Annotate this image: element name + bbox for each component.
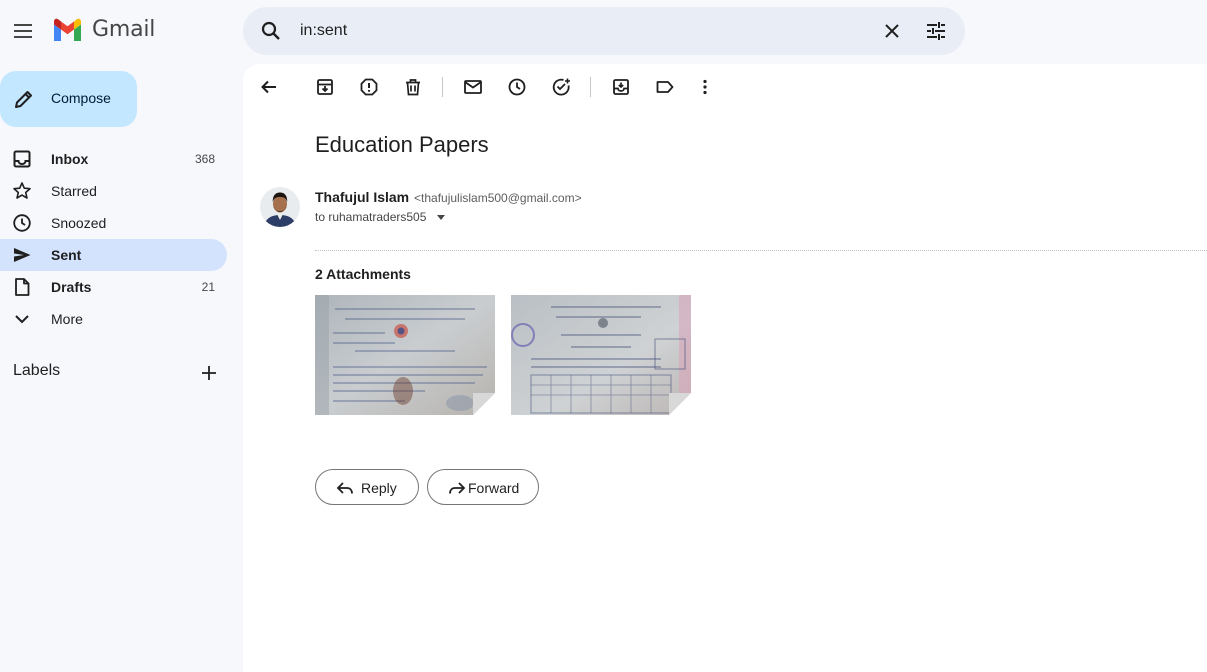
draft-count: 21: [201, 280, 215, 294]
labels-heading: Labels: [13, 362, 61, 379]
mark-unread-icon[interactable]: [462, 76, 484, 98]
forward-icon: [449, 482, 466, 494]
hamburger-menu-icon: [14, 24, 32, 38]
sidebar-item-more[interactable]: More: [0, 303, 227, 335]
gmail-m-icon: [54, 18, 81, 41]
pencil-icon: [15, 91, 32, 108]
toolbar-divider: [590, 77, 591, 97]
sidebar-nav: Inbox 368 Starred Snoozed Sent Drafts 21…: [0, 143, 227, 335]
chevron-down-icon: [15, 315, 29, 324]
more-vert-icon[interactable]: [694, 76, 716, 98]
sidebar-item-inbox[interactable]: Inbox 368: [0, 143, 227, 175]
app-name: Gmail: [92, 17, 156, 42]
label-icon[interactable]: [654, 76, 676, 98]
reply-label: Reply: [361, 480, 397, 496]
sidebar-item-label: Inbox: [51, 151, 89, 167]
sidebar-item-label: Snoozed: [51, 215, 107, 231]
document-image: [511, 295, 691, 415]
reply-button[interactable]: Reply: [315, 469, 419, 505]
clear-search-icon[interactable]: [880, 19, 904, 43]
sender-name: Thafujul Islam: [315, 189, 410, 205]
attachments-divider: [315, 250, 1207, 251]
sidebar-item-starred[interactable]: Starred: [0, 175, 227, 207]
add-task-icon[interactable]: [550, 76, 572, 98]
archive-icon[interactable]: [314, 76, 336, 98]
attachments-heading: 2 Attachments: [315, 266, 411, 282]
inbox-icon: [13, 150, 31, 168]
sidebar-item-label: Sent: [51, 247, 82, 263]
sidebar-item-drafts[interactable]: Drafts 21: [0, 271, 227, 303]
move-to-icon[interactable]: [610, 76, 632, 98]
search-input[interactable]: [300, 17, 860, 45]
avatar[interactable]: [260, 187, 300, 227]
star-icon: [13, 182, 31, 199]
document-image: [315, 295, 495, 415]
message-view: Education Papers Thafujul Islam <thafuju…: [243, 64, 1207, 672]
forward-button[interactable]: Forward: [427, 469, 539, 505]
back-arrow-icon[interactable]: [258, 76, 280, 98]
recipient-line: to ruhamatraders505: [315, 210, 427, 224]
report-spam-icon[interactable]: [358, 76, 380, 98]
compose-button[interactable]: Compose: [0, 71, 137, 127]
sender-photo: [260, 187, 300, 227]
search-bar: [243, 7, 965, 55]
attachment-thumbnail-2[interactable]: [511, 295, 691, 415]
unread-count: 368: [194, 152, 215, 166]
attachment-thumbnail-1[interactable]: [315, 295, 495, 415]
sender-email: <thafujulislam500@gmail.com>: [414, 191, 582, 205]
snooze-icon[interactable]: [506, 76, 528, 98]
add-label-icon[interactable]: [198, 362, 220, 384]
search-options-icon[interactable]: [924, 19, 948, 43]
sidebar-item-label: Starred: [51, 183, 97, 199]
email-subject: Education Papers: [315, 132, 489, 157]
send-icon: [14, 248, 31, 262]
top-bar: Gmail: [0, 0, 1207, 64]
reply-icon: [336, 482, 353, 494]
sidebar-item-snoozed[interactable]: Snoozed: [0, 207, 227, 239]
search-icon[interactable]: [259, 19, 283, 43]
clock-icon: [13, 214, 31, 232]
sidebar-item-label: Drafts: [51, 279, 92, 295]
compose-label: Compose: [51, 90, 111, 106]
main-menu-button[interactable]: [5, 13, 41, 49]
sidebar-item-label: More: [51, 311, 83, 327]
forward-label: Forward: [468, 480, 520, 496]
gmail-logo[interactable]: Gmail: [52, 17, 155, 42]
sidebar-item-sent[interactable]: Sent: [0, 239, 227, 271]
caret-down-icon[interactable]: [435, 210, 447, 224]
delete-icon[interactable]: [402, 76, 424, 98]
draft-icon: [15, 278, 30, 296]
toolbar-divider: [442, 77, 443, 97]
